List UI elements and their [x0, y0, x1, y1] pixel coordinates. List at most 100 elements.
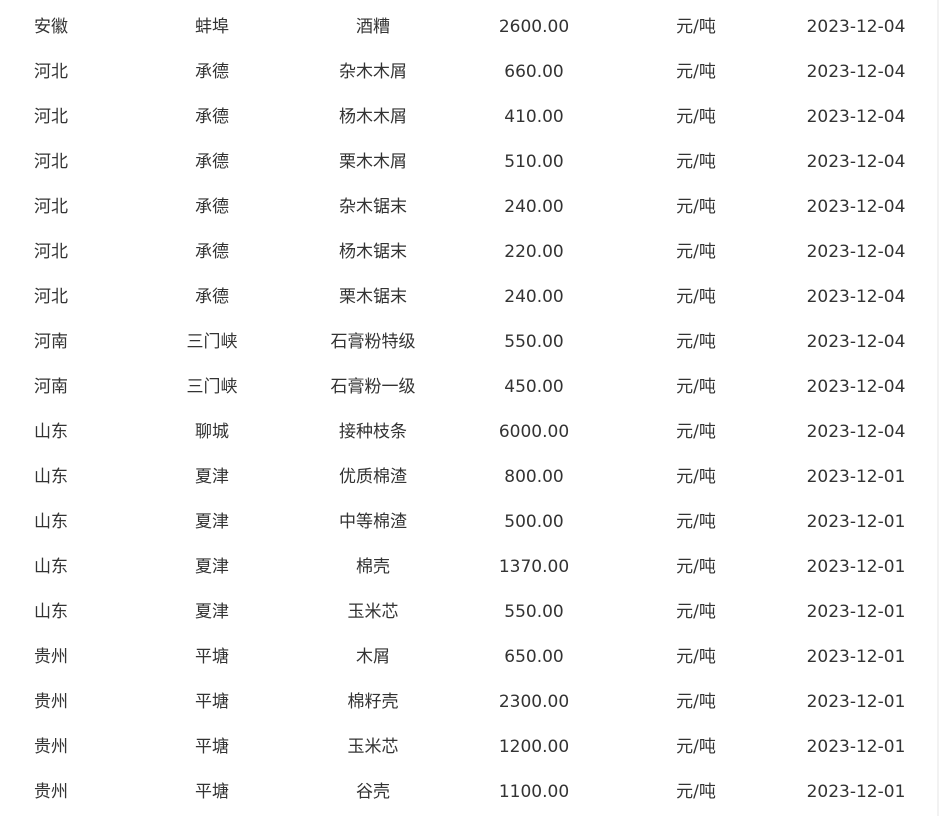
- province-cell: 山东: [34, 467, 68, 487]
- item-cell: 中等棉渣: [339, 512, 407, 532]
- date-cell: 2023-12-04: [806, 62, 906, 82]
- table-row: 山东 夏津 玉米芯 550.00 元/吨 2023-12-01: [0, 590, 939, 635]
- table-row: 贵州 平塘 木屑 650.00 元/吨 2023-12-01: [0, 635, 939, 680]
- price-cell: 510.00: [504, 152, 564, 172]
- item-cell: 杨木木屑: [339, 107, 407, 127]
- table-row: 河北 承德 杨木锯末 220.00 元/吨 2023-12-04: [0, 230, 939, 275]
- table-row: 河北 承德 杂木锯末 240.00 元/吨 2023-12-04: [0, 185, 939, 230]
- unit-cell: 元/吨: [676, 197, 716, 217]
- province-cell: 山东: [34, 602, 68, 622]
- date-cell: 2023-12-01: [806, 647, 906, 667]
- unit-cell: 元/吨: [676, 602, 716, 622]
- price-cell: 550.00: [504, 332, 564, 352]
- date-cell: 2023-12-04: [806, 17, 906, 37]
- province-cell: 贵州: [34, 692, 68, 712]
- price-cell: 450.00: [504, 377, 564, 397]
- city-cell: 承德: [195, 62, 229, 82]
- unit-cell: 元/吨: [676, 422, 716, 442]
- price-cell: 1200.00: [498, 737, 570, 757]
- unit-cell: 元/吨: [676, 782, 716, 802]
- price-cell: 550.00: [504, 602, 564, 622]
- table-row: 贵州 平塘 玉米芯 1200.00 元/吨 2023-12-01: [0, 725, 939, 770]
- table-row: 山东 夏津 棉壳 1370.00 元/吨 2023-12-01: [0, 545, 939, 590]
- price-cell: 1100.00: [498, 782, 570, 802]
- price-cell: 1370.00: [498, 557, 570, 577]
- province-cell: 贵州: [34, 782, 68, 802]
- province-cell: 山东: [34, 422, 68, 442]
- date-cell: 2023-12-01: [806, 467, 906, 487]
- province-cell: 河北: [34, 197, 68, 217]
- item-cell: 石膏粉一级: [330, 377, 416, 397]
- table-row: 河北 承德 栗木木屑 510.00 元/吨 2023-12-04: [0, 140, 939, 185]
- table-row: 贵州 平塘 棉籽壳 2300.00 元/吨 2023-12-01: [0, 680, 939, 725]
- unit-cell: 元/吨: [676, 17, 716, 37]
- city-cell: 承德: [195, 197, 229, 217]
- province-cell: 安徽: [34, 17, 68, 37]
- city-cell: 夏津: [195, 557, 229, 577]
- date-cell: 2023-12-04: [806, 152, 906, 172]
- province-cell: 贵州: [34, 647, 68, 667]
- table-row: 山东 夏津 优质棉渣 800.00 元/吨 2023-12-01: [0, 455, 939, 500]
- province-cell: 河北: [34, 107, 68, 127]
- province-cell: 河南: [34, 332, 68, 352]
- price-cell: 2600.00: [498, 17, 570, 37]
- table-row: 河北 承德 栗木锯末 240.00 元/吨 2023-12-04: [0, 275, 939, 320]
- date-cell: 2023-12-01: [806, 692, 906, 712]
- date-cell: 2023-12-04: [806, 107, 906, 127]
- city-cell: 三门峡: [186, 332, 238, 352]
- item-cell: 优质棉渣: [339, 467, 407, 487]
- price-cell: 410.00: [504, 107, 564, 127]
- price-cell: 220.00: [504, 242, 564, 262]
- item-cell: 栗木锯末: [339, 287, 407, 307]
- city-cell: 承德: [195, 242, 229, 262]
- unit-cell: 元/吨: [676, 647, 716, 667]
- date-cell: 2023-12-01: [806, 602, 906, 622]
- city-cell: 夏津: [195, 467, 229, 487]
- price-table: 安徽 蚌埠 酒糟 2600.00 元/吨 2023-12-04 河北 承德 杂木…: [0, 5, 939, 815]
- date-cell: 2023-12-01: [806, 782, 906, 802]
- city-cell: 聊城: [195, 422, 229, 442]
- item-cell: 接种枝条: [339, 422, 407, 442]
- item-cell: 棉籽壳: [347, 692, 399, 712]
- date-cell: 2023-12-04: [806, 287, 906, 307]
- city-cell: 三门峡: [186, 377, 238, 397]
- unit-cell: 元/吨: [676, 287, 716, 307]
- item-cell: 玉米芯: [347, 602, 399, 622]
- table-row: 河北 承德 杨木木屑 410.00 元/吨 2023-12-04: [0, 95, 939, 140]
- table-row: 安徽 蚌埠 酒糟 2600.00 元/吨 2023-12-04: [0, 5, 939, 50]
- city-cell: 平塘: [195, 782, 229, 802]
- city-cell: 平塘: [195, 737, 229, 757]
- price-cell: 660.00: [504, 62, 564, 82]
- price-cell: 650.00: [504, 647, 564, 667]
- city-cell: 蚌埠: [195, 17, 229, 37]
- city-cell: 夏津: [195, 602, 229, 622]
- date-cell: 2023-12-01: [806, 737, 906, 757]
- province-cell: 河北: [34, 242, 68, 262]
- item-cell: 石膏粉特级: [330, 332, 416, 352]
- unit-cell: 元/吨: [676, 467, 716, 487]
- price-cell: 800.00: [504, 467, 564, 487]
- price-cell: 2300.00: [498, 692, 570, 712]
- city-cell: 承德: [195, 152, 229, 172]
- province-cell: 河北: [34, 152, 68, 172]
- province-cell: 山东: [34, 512, 68, 532]
- date-cell: 2023-12-04: [806, 422, 906, 442]
- price-cell: 6000.00: [498, 422, 570, 442]
- city-cell: 承德: [195, 107, 229, 127]
- unit-cell: 元/吨: [676, 557, 716, 577]
- date-cell: 2023-12-01: [806, 557, 906, 577]
- date-cell: 2023-12-04: [806, 332, 906, 352]
- table-row: 河北 承德 杂木木屑 660.00 元/吨 2023-12-04: [0, 50, 939, 95]
- unit-cell: 元/吨: [676, 332, 716, 352]
- province-cell: 河南: [34, 377, 68, 397]
- unit-cell: 元/吨: [676, 737, 716, 757]
- item-cell: 木屑: [356, 647, 390, 667]
- unit-cell: 元/吨: [676, 152, 716, 172]
- item-cell: 酒糟: [356, 17, 390, 37]
- item-cell: 杂木木屑: [339, 62, 407, 82]
- date-cell: 2023-12-04: [806, 242, 906, 262]
- province-cell: 河北: [34, 287, 68, 307]
- item-cell: 杂木锯末: [339, 197, 407, 217]
- unit-cell: 元/吨: [676, 107, 716, 127]
- unit-cell: 元/吨: [676, 692, 716, 712]
